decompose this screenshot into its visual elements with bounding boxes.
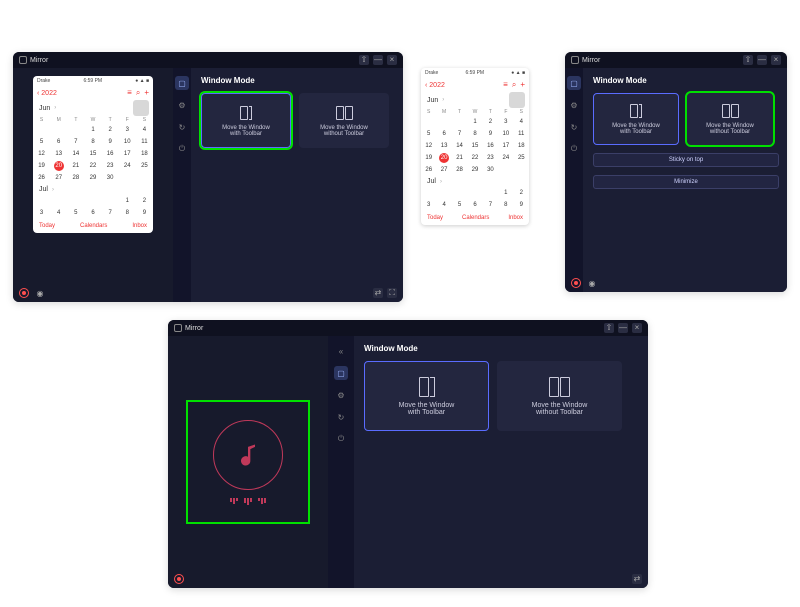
music-note-icon (213, 420, 283, 490)
widget-placeholder (133, 100, 149, 116)
power-icon[interactable]: ⏻ (175, 142, 189, 156)
settings-icon[interactable]: ⚙ (567, 98, 581, 112)
mirror-window-2: Mirror⇧—× ▢ ⚙ ↻ ⏻ Window Mode Move the W… (565, 52, 787, 292)
mode-without-toolbar[interactable]: Move the Windowwithout Toolbar (299, 93, 389, 148)
settings-sidebar: ▢ ⚙ ↻ ⏻ (565, 68, 583, 292)
calendar-jun: 1234 567891011 12131415161718 1920212223… (33, 124, 153, 184)
section-title: Window Mode (364, 344, 640, 353)
settings-icon[interactable]: ⚙ (334, 388, 348, 402)
mode-with-toolbar[interactable]: Move the Windowwith Toolbar (201, 93, 291, 148)
add-icon[interactable]: + (144, 88, 149, 98)
close-button[interactable]: × (387, 55, 397, 65)
history-icon[interactable]: ↻ (175, 120, 189, 134)
music-player (188, 402, 308, 522)
settings-sidebar: « ▢ ⚙ ↻ ⏻ (328, 336, 354, 588)
chevron-right-icon: › (52, 187, 54, 193)
record-button[interactable] (19, 288, 29, 298)
settings-icon[interactable]: ⚙ (175, 98, 189, 112)
back-year[interactable]: ‹ 2022 (37, 90, 57, 97)
status-time: 6:59 PM (83, 78, 102, 84)
equalizer-icon (230, 498, 266, 505)
list-icon[interactable]: ≡ (127, 88, 132, 98)
power-icon[interactable]: ⏻ (567, 142, 581, 156)
phone-screen: Drake 6:59 PM ● ▲ ■ ‹ 2022 ≡ ⌕ + Jun › SMTWTFS… (33, 76, 153, 233)
app-icon (174, 324, 182, 332)
settings-panel: Window Mode Move the Windowwith Toolbar … (191, 68, 403, 302)
status-carrier: Drake (37, 78, 50, 84)
mirror-window-1: Mirror ⇧ — × Drake 6:59 PM ● ▲ ■ ‹ 2022 ≡ ⌕ +… (13, 52, 403, 302)
history-icon[interactable]: ↻ (334, 410, 348, 424)
history-icon[interactable]: ↻ (567, 120, 581, 134)
mode-with-toolbar[interactable]: Move the Windowwith Toolbar (364, 361, 489, 431)
section-title: Window Mode (593, 76, 779, 85)
power-icon[interactable]: ⏻ (334, 432, 348, 446)
calendar-dow: SMTWTFS (33, 116, 153, 124)
window-tab-icon[interactable]: ▢ (334, 366, 348, 380)
mode-with-toolbar[interactable]: Move the Windowwith Toolbar (593, 93, 679, 145)
settings-sidebar: ▢ ⚙ ↻ ⏻ (173, 68, 191, 302)
month-label: Jun (39, 105, 50, 112)
app-icon (571, 56, 579, 64)
swap-icon[interactable]: ⇄ (632, 574, 642, 584)
minimize-window-button[interactable]: Minimize (593, 175, 779, 189)
collapse-icon[interactable]: « (334, 344, 348, 358)
swap-icon[interactable]: ⇄ (373, 288, 383, 298)
mirrored-content: Drake 6:59 PM ● ▲ ■ ‹ 2022 ≡ ⌕ + Jun › SMTWTFS… (13, 68, 173, 302)
phone-standalone: Drake6:59 PM● ▲ ■ ‹ 2022≡⌕+ Jun› SMTWTFS… (421, 68, 529, 225)
chevron-right-icon: › (54, 105, 56, 111)
pin-button[interactable]: ⇧ (359, 55, 369, 65)
camera-button[interactable]: ◉ (35, 288, 45, 298)
month-label-2: Jul (39, 186, 48, 193)
titlebar: Mirror ⇧ — × (13, 52, 403, 68)
calendar-jul: 12 3456789 (33, 195, 153, 219)
camera-button[interactable]: ◉ (587, 278, 597, 288)
app-icon (19, 56, 27, 64)
mode-without-toolbar[interactable]: Move the Windowwithout Toolbar (497, 361, 622, 431)
mirror-window-3: Mirror⇧—× « ▢ ⚙ ↻ ⏻ Window Mode Move the… (168, 320, 648, 588)
record-button[interactable] (571, 278, 581, 288)
status-right: ● ▲ ■ (135, 78, 149, 84)
fullscreen-icon[interactable]: ⛶ (387, 288, 397, 298)
today-cell: 20 (54, 161, 64, 171)
mirrored-content (168, 336, 328, 588)
sticky-on-top-button[interactable]: Sticky on top (593, 153, 779, 167)
section-title: Window Mode (201, 76, 395, 85)
window-tab-icon[interactable]: ▢ (567, 76, 581, 90)
inbox-link[interactable]: Inbox (132, 223, 147, 229)
today-link[interactable]: Today (39, 223, 55, 229)
calendars-link[interactable]: Calendars (80, 223, 107, 229)
record-button[interactable] (174, 574, 184, 584)
search-icon[interactable]: ⌕ (136, 88, 140, 98)
minimize-button[interactable]: — (373, 55, 383, 65)
window-tab-icon[interactable]: ▢ (175, 76, 189, 90)
mode-without-toolbar[interactable]: Move the Windowwithout Toolbar (687, 93, 773, 145)
app-title: Mirror (30, 57, 48, 64)
